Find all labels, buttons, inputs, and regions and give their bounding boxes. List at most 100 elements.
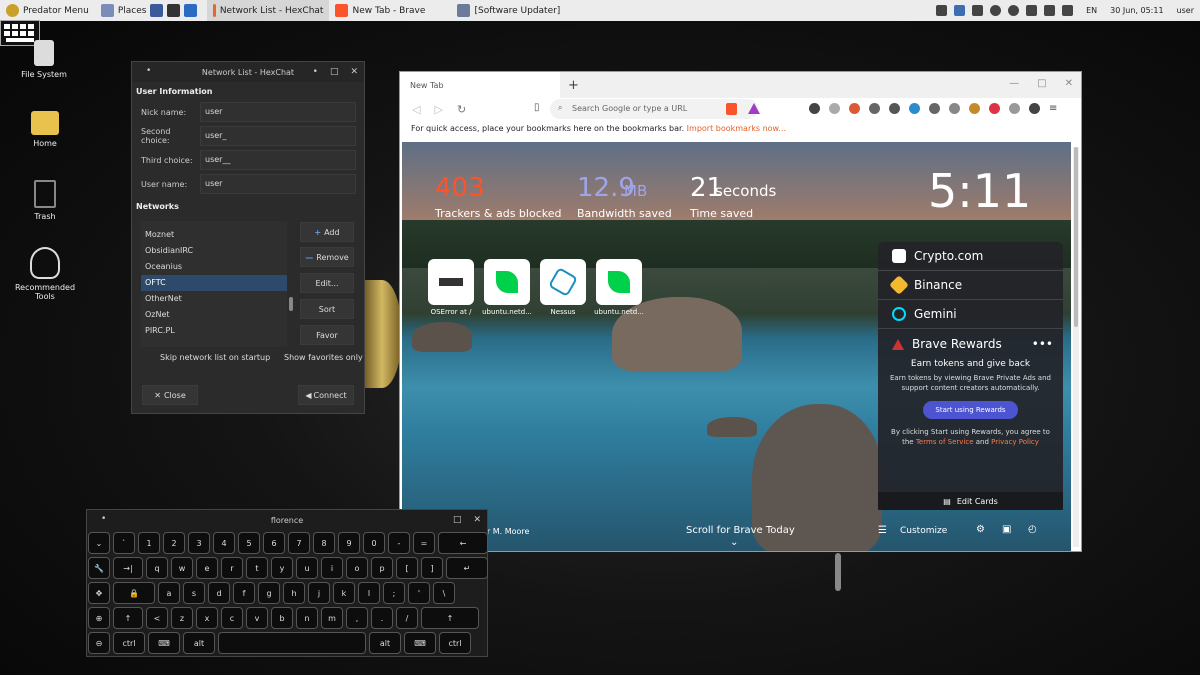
keyboard-key[interactable]: e bbox=[196, 557, 218, 579]
add-network-button[interactable]: + Add bbox=[300, 222, 354, 242]
brave-rewards-icon[interactable] bbox=[748, 103, 760, 114]
keyboard-key[interactable]: 9 bbox=[338, 532, 360, 554]
window-menu-icon[interactable]: • bbox=[146, 66, 151, 76]
extension-icon[interactable] bbox=[949, 103, 960, 114]
sort-networks-button[interactable]: Sort bbox=[300, 299, 354, 319]
duckduckgo-extension-icon[interactable] bbox=[849, 103, 860, 114]
chevron-down-icon[interactable]: ⌄ bbox=[730, 537, 738, 548]
keyboard-key[interactable]: s bbox=[183, 582, 205, 604]
scroll-brave-today[interactable]: Scroll for Brave Today bbox=[686, 525, 795, 536]
keyboard-key[interactable]: g bbox=[258, 582, 280, 604]
gemini-card[interactable]: Gemini bbox=[878, 300, 1063, 329]
settings-icon[interactable]: ⚙ bbox=[976, 524, 985, 535]
keyboard-key[interactable]: →| bbox=[113, 557, 143, 579]
top-site-tile[interactable] bbox=[596, 259, 642, 305]
keyboard-key[interactable]: x bbox=[196, 607, 218, 629]
keyboard-key[interactable]: m bbox=[321, 607, 343, 629]
user-name-field[interactable]: user bbox=[200, 174, 356, 194]
keyboard-key[interactable]: \ bbox=[433, 582, 455, 604]
top-site-tile[interactable] bbox=[484, 259, 530, 305]
keyboard-tray-icon[interactable] bbox=[936, 5, 948, 16]
keyboard-key[interactable]: = bbox=[413, 532, 435, 554]
keyboard-key[interactable]: j bbox=[308, 582, 330, 604]
extension-icon[interactable] bbox=[829, 103, 840, 114]
clock[interactable]: 30 Jun, 05:11 bbox=[1110, 6, 1163, 15]
keyboard-key[interactable]: y bbox=[271, 557, 293, 579]
photo-credit[interactable]: er M. Moore bbox=[482, 527, 529, 536]
keyboard-key[interactable]: c bbox=[221, 607, 243, 629]
keyboard-key[interactable]: ↑ bbox=[113, 607, 143, 629]
keyboard-key[interactable]: ⌨ bbox=[148, 632, 180, 654]
keyboard-key[interactable]: 4 bbox=[213, 532, 235, 554]
desktop-icon-trash[interactable]: Trash bbox=[5, 180, 85, 221]
new-tab-plus-icon[interactable]: + bbox=[568, 78, 579, 93]
minimize-icon[interactable]: — bbox=[1009, 78, 1019, 89]
keyboard-key[interactable]: p bbox=[371, 557, 393, 579]
desktop-icon-filesystem[interactable]: File System bbox=[4, 40, 84, 79]
keyboard-key[interactable]: u bbox=[296, 557, 318, 579]
network-list-scrollbar[interactable] bbox=[289, 297, 293, 311]
keyboard-key[interactable]: [ bbox=[396, 557, 418, 579]
close-icon[interactable]: ✕ bbox=[350, 67, 358, 77]
keyboard-key[interactable]: n bbox=[296, 607, 318, 629]
network-item[interactable]: PIRC.PL bbox=[141, 323, 287, 339]
crypto-com-card[interactable]: Crypto.com bbox=[878, 242, 1063, 271]
maximize-icon[interactable]: □ bbox=[330, 67, 339, 77]
keyboard-key[interactable]: 🔧 bbox=[88, 557, 110, 579]
hexchat-titlebar[interactable]: • Network List - HexChat • □ ✕ bbox=[132, 62, 364, 82]
keyboard-key[interactable]: 0 bbox=[363, 532, 385, 554]
keyboard-key[interactable]: w bbox=[171, 557, 193, 579]
task-hexchat[interactable]: Network List - HexChat bbox=[207, 0, 330, 21]
keyboard-key[interactable]: alt bbox=[369, 632, 401, 654]
desktop-icon-recommended-tools[interactable]: Recommended Tools bbox=[5, 247, 85, 301]
extension-icon[interactable] bbox=[969, 103, 980, 114]
keyboard-key[interactable]: t bbox=[246, 557, 268, 579]
terms-of-service-link[interactable]: Terms of Service bbox=[916, 438, 974, 446]
keyboard-key[interactable]: ` bbox=[113, 532, 135, 554]
import-bookmarks-link[interactable]: Import bookmarks now... bbox=[687, 124, 786, 133]
keyboard-key[interactable]: h bbox=[283, 582, 305, 604]
network-tray-icon[interactable] bbox=[1026, 5, 1038, 16]
show-favorites-checkbox[interactable]: Show favorites only bbox=[284, 353, 363, 362]
extension-icon[interactable] bbox=[1009, 103, 1020, 114]
extension-icon[interactable] bbox=[869, 103, 880, 114]
top-site-tile[interactable] bbox=[540, 259, 586, 305]
page-scrollbar[interactable] bbox=[1073, 147, 1079, 547]
keyboard-key[interactable]: k bbox=[333, 582, 355, 604]
bookmarks-icon[interactable]: ▣ bbox=[1002, 524, 1011, 535]
task-brave[interactable]: New Tab - Brave bbox=[329, 0, 451, 21]
tab-new-tab[interactable]: New Tab bbox=[400, 72, 560, 98]
binance-card[interactable]: Binance bbox=[878, 271, 1063, 300]
keyboard-key[interactable]: v bbox=[246, 607, 268, 629]
history-icon[interactable]: ◴ bbox=[1028, 524, 1037, 535]
keyboard-key[interactable]: a bbox=[158, 582, 180, 604]
keyboard-key[interactable]: ctrl bbox=[439, 632, 471, 654]
keyboard-key[interactable]: ] bbox=[421, 557, 443, 579]
minimize-icon[interactable]: • bbox=[313, 67, 318, 77]
keyboard-key[interactable]: < bbox=[146, 607, 168, 629]
back-icon[interactable]: ◁ bbox=[412, 103, 420, 116]
keyboard-key[interactable]: ← bbox=[438, 532, 488, 554]
keyboard-key[interactable]: ' bbox=[408, 582, 430, 604]
keyboard-key[interactable]: 1 bbox=[138, 532, 160, 554]
window-menu-icon[interactable]: • bbox=[101, 514, 106, 524]
puzzle-extensions-icon[interactable] bbox=[1029, 103, 1040, 114]
predator-menu-button[interactable]: Predator Menu bbox=[0, 0, 95, 21]
keyboard-key[interactable]: z bbox=[171, 607, 193, 629]
space-key[interactable] bbox=[218, 632, 366, 654]
keyboard-key[interactable]: alt bbox=[183, 632, 215, 654]
user-menu[interactable]: user bbox=[1177, 6, 1194, 15]
keyboard-key[interactable]: 7 bbox=[288, 532, 310, 554]
places-menu-button[interactable]: Places bbox=[95, 0, 208, 21]
more-options-icon[interactable]: ••• bbox=[1032, 337, 1053, 351]
keyboard-key[interactable]: ⌨ bbox=[404, 632, 436, 654]
terminal-launcher-icon[interactable] bbox=[167, 4, 181, 17]
keyboard-key[interactable]: ⊖ bbox=[88, 632, 110, 654]
close-button[interactable]: ✕ Close bbox=[142, 385, 198, 405]
edit-cards-button[interactable]: ▤ Edit Cards bbox=[878, 492, 1063, 510]
remove-network-button[interactable]: — Remove bbox=[300, 247, 354, 267]
skip-startup-checkbox[interactable]: Skip network list on startup bbox=[160, 353, 270, 362]
keyboard-key[interactable]: d bbox=[208, 582, 230, 604]
maximize-icon[interactable]: □ bbox=[453, 515, 462, 525]
network-item[interactable]: OtherNet bbox=[141, 291, 287, 307]
